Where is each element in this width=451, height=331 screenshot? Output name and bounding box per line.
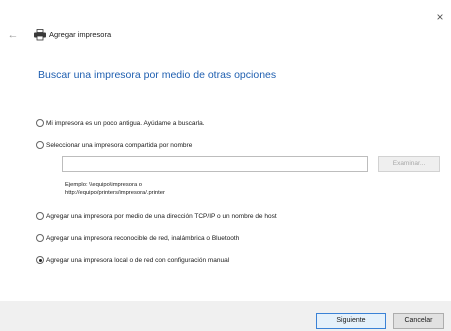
- example-line-1: Ejemplo: \\equipo\impresora o: [65, 182, 143, 188]
- option-local-manual[interactable]: Agregar una impresora local o de red con…: [36, 254, 229, 266]
- option-tcpip[interactable]: Agregar una impresora por medio de una d…: [36, 210, 277, 222]
- printer-icon: [34, 29, 46, 41]
- radio-button-selected[interactable]: [36, 256, 44, 264]
- add-printer-dialog: × ← Agregar impresora Buscar una impreso…: [0, 0, 451, 331]
- option-label: Agregar una impresora por medio de una d…: [46, 212, 277, 220]
- option-label: Mi impresora es un poco antigua. Ayúdame…: [46, 119, 205, 127]
- radio-button[interactable]: [36, 212, 44, 220]
- page-heading: Buscar una impresora por medio de otras …: [38, 69, 277, 81]
- browse-button[interactable]: Examinar...: [378, 156, 440, 172]
- wizard-title: Agregar impresora: [49, 30, 112, 39]
- option-label: Agregar una impresora local o de red con…: [46, 256, 230, 264]
- option-label: Seleccionar una impresora compartida por…: [46, 141, 193, 149]
- radio-button[interactable]: [36, 234, 44, 242]
- option-shared-by-name[interactable]: Seleccionar una impresora compartida por…: [36, 139, 192, 151]
- option-old-printer[interactable]: Mi impresora es un poco antigua. Ayúdame…: [36, 117, 205, 129]
- option-network-bluetooth[interactable]: Agregar una impresora reconocible de red…: [36, 232, 239, 244]
- close-icon[interactable]: ×: [433, 10, 447, 24]
- back-arrow-icon[interactable]: ←: [6, 28, 20, 42]
- next-button[interactable]: Siguiente: [316, 313, 386, 329]
- shared-printer-name-input[interactable]: [62, 156, 368, 172]
- cancel-button[interactable]: Cancelar: [393, 313, 444, 329]
- radio-button[interactable]: [36, 141, 44, 149]
- example-text: Ejemplo: \\equipo\impresora o http://equ…: [65, 181, 165, 197]
- blank-region: [346, 262, 424, 282]
- radio-button[interactable]: [36, 119, 44, 127]
- example-line-2: http://equipo/printers/impresora/.printe…: [65, 190, 165, 196]
- option-label: Agregar una impresora reconocible de red…: [46, 234, 240, 242]
